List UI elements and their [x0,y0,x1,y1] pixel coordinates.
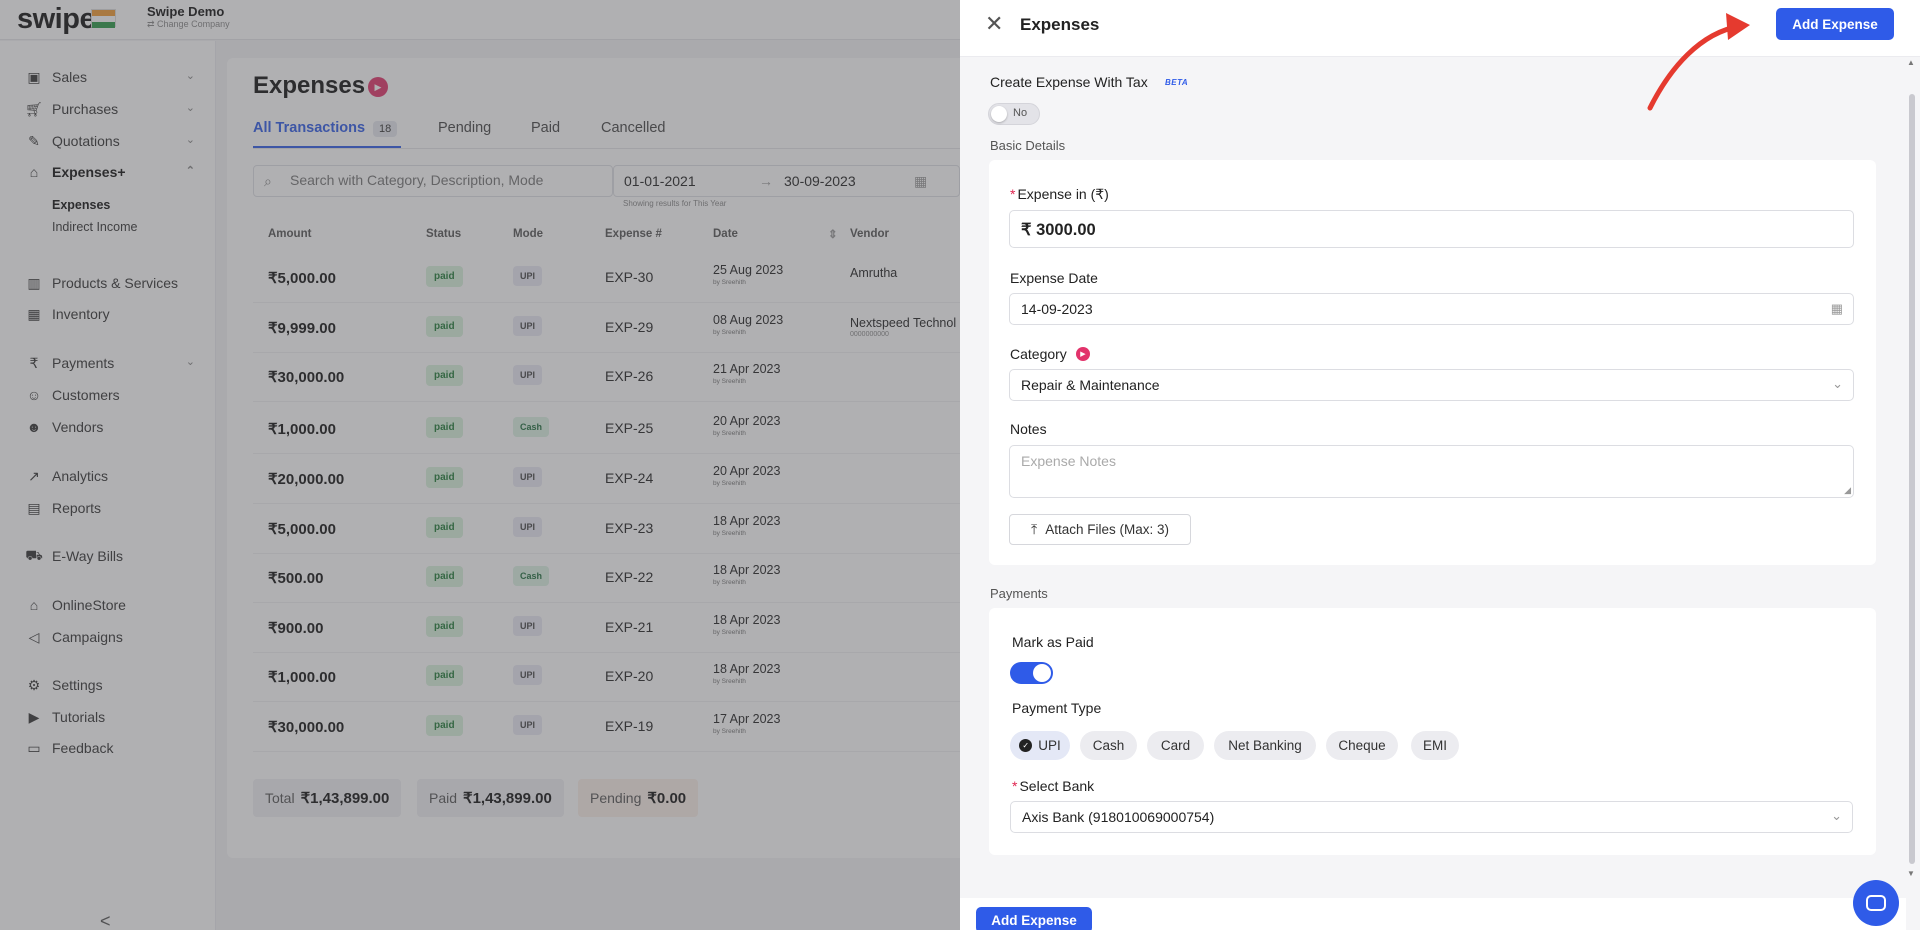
chevron-down-icon: ⌄ [1832,376,1843,391]
with-tax-toggle[interactable]: No [988,103,1040,125]
annotation-arrow [1647,13,1750,111]
chevron-down-icon: ⌄ [1831,808,1842,823]
notes-label: Notes [1010,421,1047,437]
mark-paid-label: Mark as Paid [1012,634,1094,650]
add-expense-button[interactable]: Add Expense [1776,8,1894,40]
upload-icon: ⤒ [1031,521,1038,537]
expense-amount-label: * Expense in (₹) [1010,186,1109,202]
expense-date-input[interactable]: 14-09-2023 ▦ [1009,293,1854,325]
attach-files-button[interactable]: ⤒ Attach Files (Max: 3) [1009,514,1191,545]
category-label: Category [1010,346,1067,362]
calendar-icon: ▦ [1830,301,1843,316]
modal-overlay[interactable] [0,0,960,930]
notes-textarea[interactable]: Expense Notes ◢ [1009,445,1854,498]
toggle-knob [1033,664,1051,682]
beta-badge: BETA [1165,78,1189,87]
payments-heading: Payments [990,586,1048,601]
resize-handle-icon[interactable]: ◢ [1844,485,1851,496]
payment-type-cash[interactable]: Cash [1080,731,1137,760]
mark-paid-toggle[interactable] [1010,662,1053,684]
payment-type-card[interactable]: Card [1147,731,1204,760]
payment-type-cheque[interactable]: Cheque [1326,731,1398,760]
payment-type-upi[interactable]: ✓ UPI [1010,731,1070,760]
drawer-title: Expenses [1020,15,1100,34]
scroll-up-arrow-icon[interactable]: ▲ [1907,58,1915,67]
basic-details-heading: Basic Details [990,138,1066,153]
add-expense-footer-button[interactable]: Add Expense [976,907,1092,930]
expense-date-label: Expense Date [1010,270,1098,286]
select-bank-dropdown[interactable]: Axis Bank (918010069000754) ⌄ [1010,801,1853,833]
category-select[interactable]: Repair & Maintenance ⌄ [1009,369,1854,401]
payment-type-emi[interactable]: EMI [1411,731,1459,760]
scroll-down-arrow-icon[interactable]: ▼ [1907,869,1915,878]
chat-support-icon[interactable] [1853,880,1899,926]
scrollbar-thumb[interactable] [1909,94,1915,864]
play-video-icon[interactable]: ▶ [1076,347,1090,361]
payment-type-net-banking[interactable]: Net Banking [1214,731,1316,760]
drawer-scrollbar[interactable]: ▲ ▼ [1906,58,1918,878]
payment-type-label: Payment Type [1012,700,1102,716]
check-icon: ✓ [1019,739,1033,752]
with-tax-label: Create Expense With Tax [990,74,1148,90]
close-icon[interactable]: ✕ [985,11,1003,37]
select-bank-label: * Select Bank [1012,778,1095,794]
expense-amount-input[interactable]: ₹ 3000.00 [1009,210,1854,248]
toggle-knob [991,106,1007,122]
drawer-footer [960,898,1906,930]
